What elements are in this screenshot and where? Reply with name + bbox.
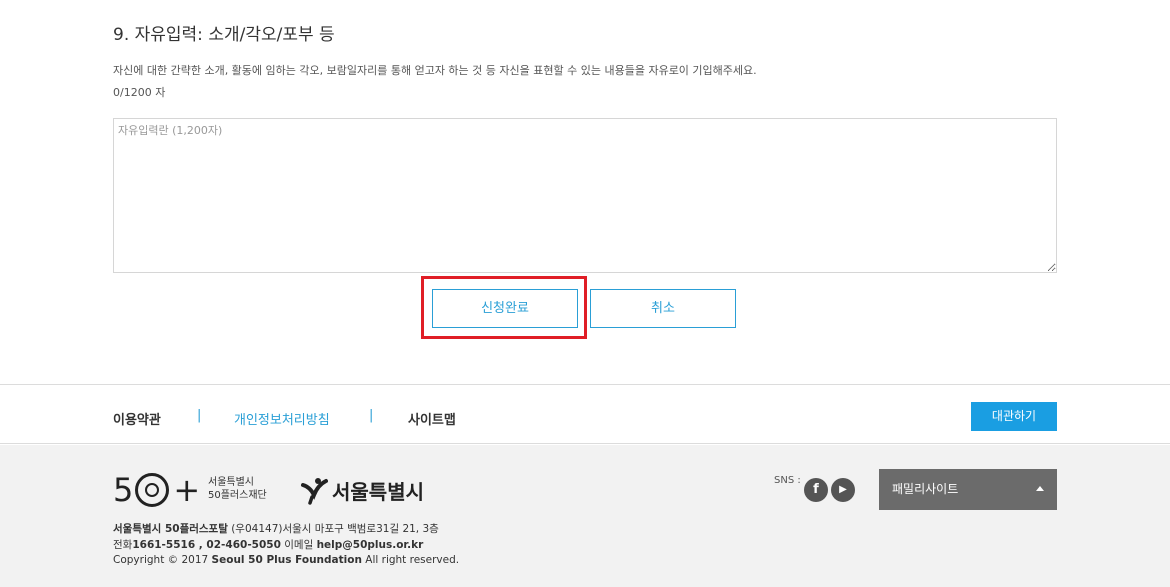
logo-ring-icon xyxy=(135,473,170,507)
seoul-city-text: 서울특별시 xyxy=(332,479,424,504)
terms-link[interactable]: 이용약관 xyxy=(113,409,161,428)
caret-up-icon xyxy=(1036,486,1044,491)
sitemap-link[interactable]: 사이트맵 xyxy=(408,409,456,428)
youtube-icon[interactable]: ▶ xyxy=(831,478,855,502)
seoul-emblem-icon xyxy=(301,478,328,505)
50plus-logo[interactable]: 5 + xyxy=(113,473,200,507)
section-title: 9. 자유입력: 소개/각오/포부 등 xyxy=(113,25,335,45)
privacy-policy-link[interactable]: 개인정보처리방침 xyxy=(234,409,330,428)
copyright-line: Copyright © 2017 Seoul 50 Plus Foundatio… xyxy=(113,554,460,566)
free-input-textarea[interactable] xyxy=(113,118,1057,273)
submit-button[interactable]: 신청완료 xyxy=(432,289,578,328)
50plus-logo-text: 서울특별시 50플러스재단 xyxy=(208,476,267,502)
logo-plus: + xyxy=(173,471,201,509)
family-site-select[interactable]: 패밀리사이트 xyxy=(879,469,1057,510)
description-text: 자신에 대한 간략한 소개, 활동에 임하는 각오, 보람일자리를 통해 얻고자… xyxy=(113,64,757,77)
char-counter: 0/1200 자 xyxy=(113,86,166,99)
link-separator: | xyxy=(197,408,202,423)
sns-label: SNS : xyxy=(774,475,801,486)
cancel-button[interactable]: 취소 xyxy=(590,289,736,328)
link-separator: | xyxy=(369,408,374,423)
address-block: 서울특별시 50플러스포탈 (우04147)서울시 마포구 백범로31길 21,… xyxy=(113,522,459,569)
logo-org-line2: 50플러스재단 xyxy=(208,490,267,501)
facebook-icon[interactable]: f xyxy=(804,478,828,502)
footer-info: 5 + 서울특별시 50플러스재단 서울특별시 SNS : f ▶ 패밀리사이트… xyxy=(0,445,1170,587)
contact-line: 전화1661-5516 , 02-460-5050 이메일 help@50plu… xyxy=(113,538,424,551)
footer-links-bar: 이용약관 | 개인정보처리방침 | 사이트맵 대관하기 xyxy=(0,384,1170,444)
address-line: 서울특별시 50플러스포탈 (우04147)서울시 마포구 백범로31길 21,… xyxy=(113,523,439,535)
seoul-city-logo[interactable]: 서울특별시 xyxy=(300,475,424,505)
rental-button[interactable]: 대관하기 xyxy=(971,402,1057,431)
logo-digit: 5 xyxy=(113,471,134,509)
family-site-label: 패밀리사이트 xyxy=(892,482,959,496)
logo-org-line1: 서울특별시 xyxy=(208,477,254,488)
